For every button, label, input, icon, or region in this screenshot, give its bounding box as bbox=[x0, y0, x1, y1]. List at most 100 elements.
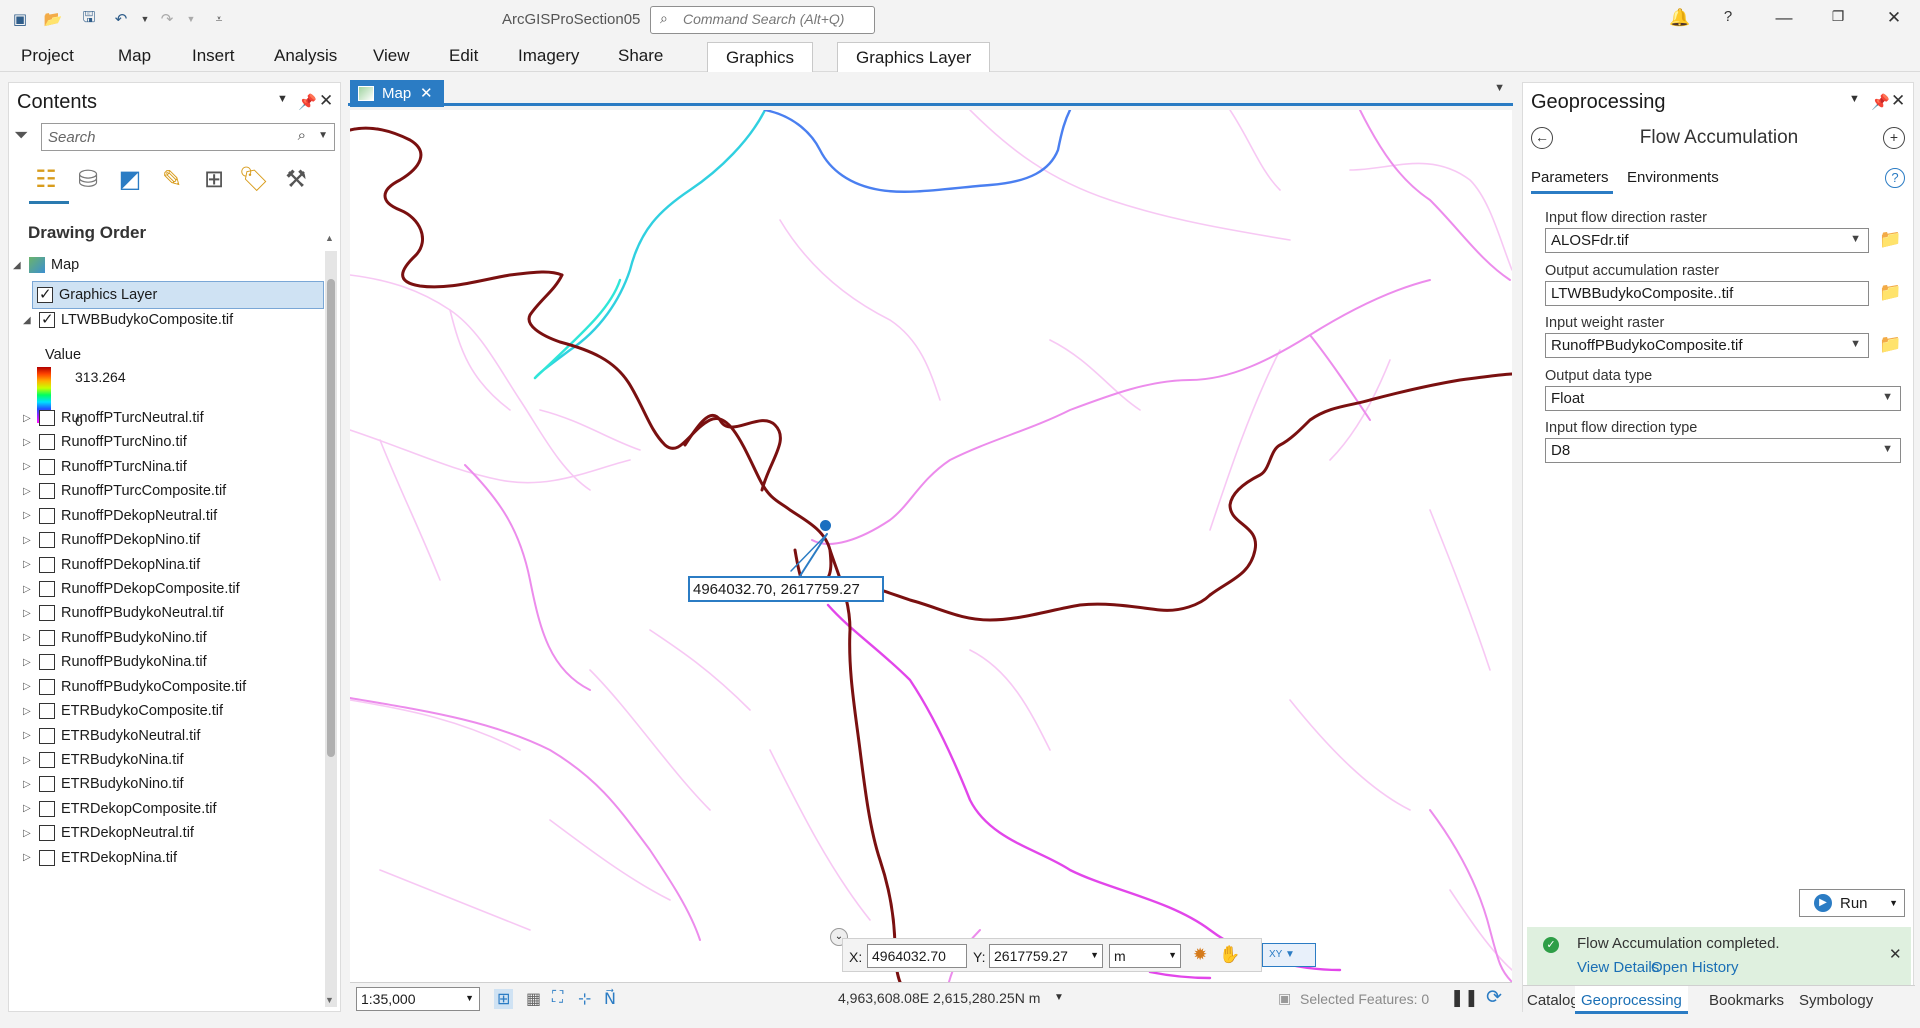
expand-icon[interactable]: ▷ bbox=[23, 632, 35, 643]
graphics-layer-checkbox[interactable] bbox=[37, 285, 53, 303]
expand-icon[interactable]: ▷ bbox=[23, 755, 35, 766]
search-options-icon[interactable]: ▼ bbox=[318, 130, 328, 141]
tab-insert[interactable]: Insert bbox=[192, 46, 235, 66]
expand-icon[interactable]: ▷ bbox=[23, 730, 35, 741]
add-tool-icon[interactable]: + bbox=[1883, 127, 1905, 149]
layer-visibility-checkbox[interactable] bbox=[39, 776, 55, 793]
north-arrow-icon[interactable]: N⃗ bbox=[604, 989, 616, 1009]
expand-icon[interactable]: ▷ bbox=[23, 608, 35, 619]
run-options-icon[interactable]: ▼ bbox=[1889, 898, 1898, 908]
layer-visibility-checkbox[interactable] bbox=[39, 752, 55, 769]
layer-visibility-checkbox[interactable] bbox=[39, 410, 55, 426]
dismiss-message-icon[interactable]: ✕ bbox=[1889, 945, 1902, 963]
layer-row[interactable]: ▷ ETRBudykoNina.tif bbox=[23, 748, 184, 772]
layer-visibility-checkbox[interactable] bbox=[39, 483, 55, 500]
layer-row[interactable]: ▷ RunoffPBudykoNina.tif bbox=[23, 650, 207, 674]
scrollbar-thumb[interactable] bbox=[327, 279, 335, 757]
tab-project[interactable]: Project bbox=[21, 46, 74, 66]
layer-visibility-checkbox[interactable] bbox=[39, 507, 55, 524]
layer-row[interactable]: ▷ ETRBudykoNeutral.tif bbox=[23, 724, 200, 748]
tab-graphics-layer[interactable]: Graphics Layer bbox=[837, 42, 991, 72]
xy-format-button[interactable]: XY ▼ bbox=[1262, 943, 1316, 967]
flow-direction-type-select[interactable]: D8 ▼ bbox=[1545, 438, 1901, 463]
map-canvas[interactable]: 4964032.70, 2617759.27 ⌄ X: 4964032.70 Y… bbox=[350, 110, 1512, 982]
restore-button[interactable]: ❐ bbox=[1824, 8, 1852, 32]
layer-visibility-checkbox[interactable] bbox=[39, 800, 55, 817]
y-coordinate-input[interactable]: 2617759.27 ▼ bbox=[989, 944, 1103, 968]
tab-geoprocessing[interactable]: Geoprocessing bbox=[1575, 986, 1688, 1014]
expand-icon[interactable]: ▷ bbox=[23, 828, 35, 839]
tab-graphics[interactable]: Graphics bbox=[707, 42, 814, 72]
refresh-icon[interactable]: ⟳ bbox=[1486, 986, 1502, 1009]
tab-symbology[interactable]: Symbology bbox=[1799, 992, 1873, 1009]
layer-visibility-checkbox[interactable] bbox=[39, 654, 55, 671]
scale-selector[interactable]: 1:35,000 ▼ bbox=[356, 987, 480, 1011]
undo-icon[interactable]: ↶ bbox=[110, 8, 132, 30]
expand-icon[interactable]: ▷ bbox=[23, 657, 35, 668]
list-by-snapping-icon[interactable]: ⊞ bbox=[197, 163, 231, 197]
layer-visibility-checkbox[interactable] bbox=[39, 703, 55, 720]
redo-icon[interactable]: ↷ bbox=[156, 8, 178, 30]
layer-row[interactable]: ▷ ETRDekopComposite.tif bbox=[23, 797, 217, 821]
new-project-icon[interactable]: ▣ bbox=[9, 8, 31, 30]
expand-icon[interactable]: ▷ bbox=[23, 437, 35, 448]
layer-visibility-checkbox[interactable] bbox=[39, 605, 55, 622]
view-details-link[interactable]: View Details bbox=[1577, 959, 1659, 976]
layer-row[interactable]: ▷ RunoffPBudykoComposite.tif bbox=[23, 675, 246, 699]
input-flow-direction-select[interactable]: ALOSFdr.tif ▼ bbox=[1545, 228, 1869, 253]
close-button[interactable]: ✕ bbox=[1880, 8, 1908, 32]
run-button[interactable]: ▶ Run ▼ bbox=[1799, 889, 1905, 917]
layer-visibility-checkbox[interactable] bbox=[39, 458, 55, 475]
tab-share[interactable]: Share bbox=[618, 46, 663, 66]
layer-row[interactable]: ▷ RunoffPBudykoNino.tif bbox=[23, 626, 207, 650]
graphics-layer-row[interactable]: Graphics Layer bbox=[32, 281, 324, 309]
pin-icon[interactable]: 📌 bbox=[1871, 93, 1890, 111]
layer-row[interactable]: ▷ ETRBudykoNino.tif bbox=[23, 772, 184, 796]
expand-icon[interactable]: ▷ bbox=[23, 681, 35, 692]
list-by-labeling-icon[interactable]: 🏷 bbox=[237, 163, 271, 197]
layer-visibility-checkbox[interactable] bbox=[39, 678, 55, 695]
list-by-editing-icon[interactable]: ✎ bbox=[155, 163, 189, 197]
browse-folder-icon[interactable]: 📁 bbox=[1879, 334, 1901, 355]
notifications-icon[interactable]: 🔔 bbox=[1666, 8, 1694, 32]
collapse-icon[interactable]: ◢ bbox=[13, 260, 25, 271]
expand-icon[interactable]: ▷ bbox=[23, 559, 35, 570]
tab-map[interactable]: Map bbox=[118, 46, 151, 66]
list-by-drawing-order-icon[interactable]: ☷ bbox=[29, 163, 63, 197]
layer-visibility-checkbox[interactable] bbox=[39, 532, 55, 549]
expand-icon[interactable]: ▷ bbox=[23, 510, 35, 521]
expand-icon[interactable]: ▷ bbox=[23, 803, 35, 814]
active-layer-checkbox[interactable] bbox=[39, 310, 55, 328]
layer-row[interactable]: ▷ ETRDekopNina.tif bbox=[23, 846, 177, 870]
flash-location-icon[interactable]: ✹ bbox=[1193, 945, 1207, 965]
output-data-type-select[interactable]: Float ▼ bbox=[1545, 386, 1901, 411]
layer-row[interactable]: ▷ RunoffPTurcComposite.tif bbox=[23, 479, 226, 503]
scroll-up-icon[interactable]: ▲ bbox=[325, 233, 334, 243]
layer-visibility-checkbox[interactable] bbox=[39, 849, 55, 866]
close-pane-icon[interactable]: ✕ bbox=[1891, 91, 1905, 111]
selected-features-count[interactable]: Selected Features: 0 bbox=[1300, 991, 1429, 1007]
tab-environments[interactable]: Environments bbox=[1627, 169, 1719, 186]
x-coordinate-input[interactable]: 4964032.70 bbox=[867, 944, 967, 968]
view-list-icon[interactable]: ▼ bbox=[1494, 82, 1505, 94]
close-map-tab-icon[interactable]: ✕ bbox=[420, 84, 433, 102]
snapping-icon[interactable]: ⛶ bbox=[552, 989, 563, 1007]
list-by-perspective-icon[interactable]: ⚒ bbox=[279, 163, 313, 197]
close-pane-icon[interactable]: ✕ bbox=[319, 91, 333, 111]
expand-icon[interactable]: ▷ bbox=[23, 706, 35, 717]
command-search-input[interactable]: ⌕ Command Search (Alt+Q) bbox=[650, 6, 875, 34]
layer-row[interactable]: ▷ RunoffPTurcNino.tif bbox=[23, 430, 187, 454]
tab-map-view[interactable]: Map ✕ bbox=[350, 80, 444, 107]
collapse-icon[interactable]: ◢ bbox=[23, 315, 35, 326]
constraints-icon[interactable]: ⊹ bbox=[578, 989, 591, 1009]
open-history-link[interactable]: Open History bbox=[1651, 959, 1739, 976]
save-project-icon[interactable]: 🖫 bbox=[78, 8, 100, 30]
layer-visibility-checkbox[interactable] bbox=[39, 727, 55, 744]
layer-visibility-checkbox[interactable] bbox=[39, 556, 55, 573]
tab-catalog[interactable]: Catalog bbox=[1527, 992, 1579, 1009]
undo-dropdown-icon[interactable]: ▼ bbox=[134, 8, 156, 30]
layer-visibility-checkbox[interactable] bbox=[39, 581, 55, 597]
layer-row[interactable]: ▷ RunoffPDekopNeutral.tif bbox=[23, 504, 217, 528]
list-by-selection-icon[interactable]: ◩ bbox=[113, 163, 147, 197]
expand-icon[interactable]: ▷ bbox=[23, 852, 35, 863]
